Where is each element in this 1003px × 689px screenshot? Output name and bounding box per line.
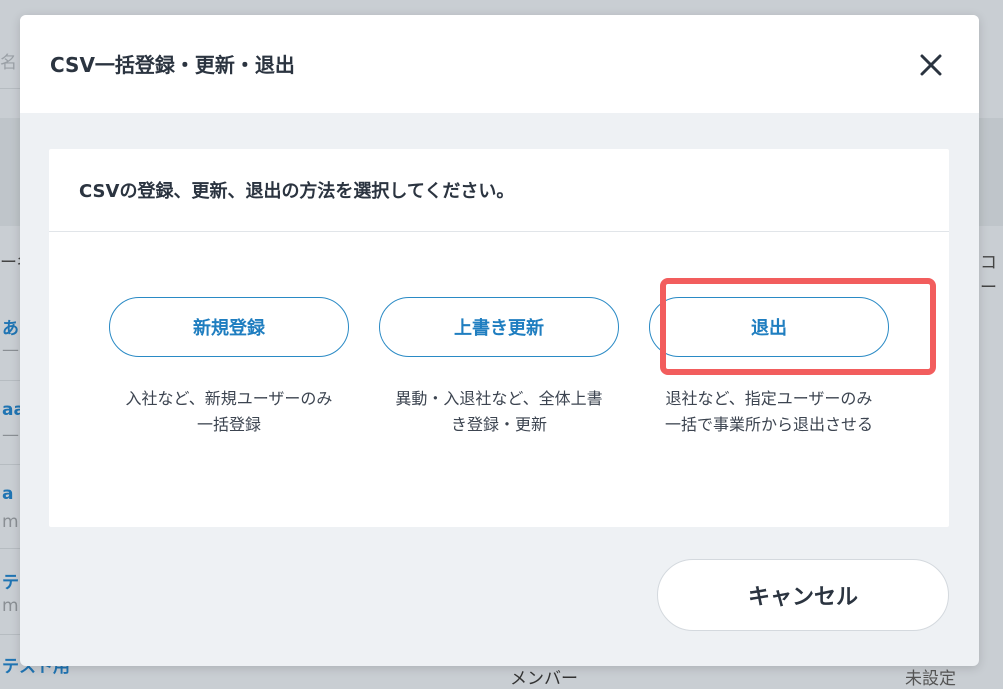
csv-modal: CSV一括登録・更新・退出 CSVの登録、更新、退出の方法を選択してください。 …	[20, 15, 979, 666]
cancel-button[interactable]: キャンセル	[657, 559, 949, 631]
new-register-description: 入社など、新規ユーザーのみ 一括登録	[99, 386, 359, 438]
background-row-sub: m	[2, 512, 19, 532]
new-register-button[interactable]: 新規登録	[109, 297, 349, 357]
new-register-label: 新規登録	[193, 318, 265, 339]
method-card: CSVの登録、更新、退出の方法を選択してください。 新規登録 入社など、新規ユー…	[49, 149, 949, 527]
background-status: 未設定	[905, 669, 956, 689]
background-row-sub: —	[2, 340, 19, 360]
background-row-name: テ	[2, 573, 19, 593]
close-button[interactable]	[910, 47, 952, 83]
withdraw-label: 退出	[751, 318, 787, 339]
background-row-sub: —	[2, 425, 19, 445]
withdraw-desc-line1: 退社など、指定ユーザーのみ	[665, 389, 873, 408]
withdraw-button[interactable]: 退出	[649, 297, 889, 357]
withdraw-description: 退社など、指定ユーザーのみ 一括で事業所から退出させる	[639, 386, 899, 438]
overwrite-update-button[interactable]: 上書き更新	[379, 297, 619, 357]
background-divider	[0, 548, 20, 549]
background-divider	[0, 634, 20, 635]
background-col-right-header: コー	[980, 253, 997, 298]
close-icon	[920, 54, 942, 76]
card-divider	[49, 231, 949, 232]
modal-title: CSV一括登録・更新・退出	[50, 53, 295, 77]
background-role: メンバー	[510, 669, 578, 689]
background-divider	[0, 464, 20, 465]
background-row-sub: m	[2, 596, 19, 616]
overwrite-update-desc-line2: き登録・更新	[450, 415, 547, 434]
new-register-desc-line1: 入社など、新規ユーザーのみ	[125, 389, 333, 408]
cancel-label: キャンセル	[747, 585, 858, 610]
method-prompt: CSVの登録、更新、退出の方法を選択してください。	[79, 181, 515, 202]
modal-header: CSV一括登録・更新・退出	[20, 15, 979, 113]
withdraw-desc-line2: 一括で事業所から退出させる	[664, 415, 873, 434]
background-row-name: a	[2, 484, 14, 504]
background-divider	[0, 88, 20, 89]
new-register-desc-line2: 一括登録	[196, 415, 261, 434]
background-divider	[0, 380, 20, 381]
overwrite-update-label: 上書き更新	[454, 318, 544, 339]
overwrite-update-description: 異動・入退社など、全体上書 き登録・更新	[369, 386, 629, 438]
background-row-name: あ	[2, 319, 19, 339]
overwrite-update-desc-line1: 異動・入退社など、全体上書	[395, 389, 603, 408]
